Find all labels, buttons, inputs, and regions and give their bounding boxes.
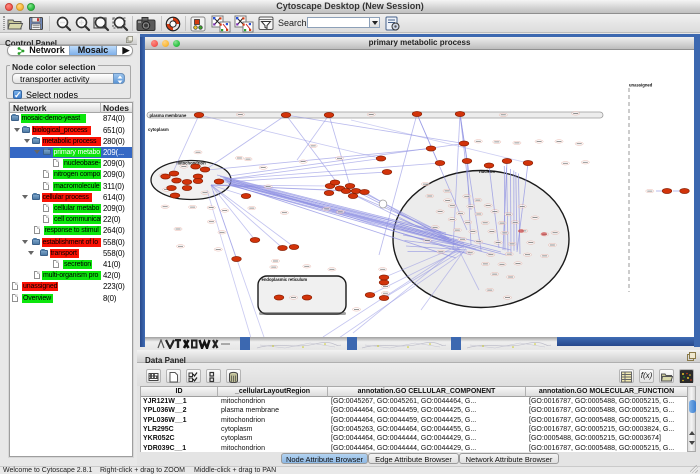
svg-text:endoplasmic reticulum: endoplasmic reticulum xyxy=(262,277,308,282)
svg-text:unassigned: unassigned xyxy=(629,83,653,88)
svg-text:cytoplasm: cytoplasm xyxy=(148,127,169,132)
svg-text:plasma membrane: plasma membrane xyxy=(150,113,187,118)
svg-text:nucleus: nucleus xyxy=(479,169,495,174)
